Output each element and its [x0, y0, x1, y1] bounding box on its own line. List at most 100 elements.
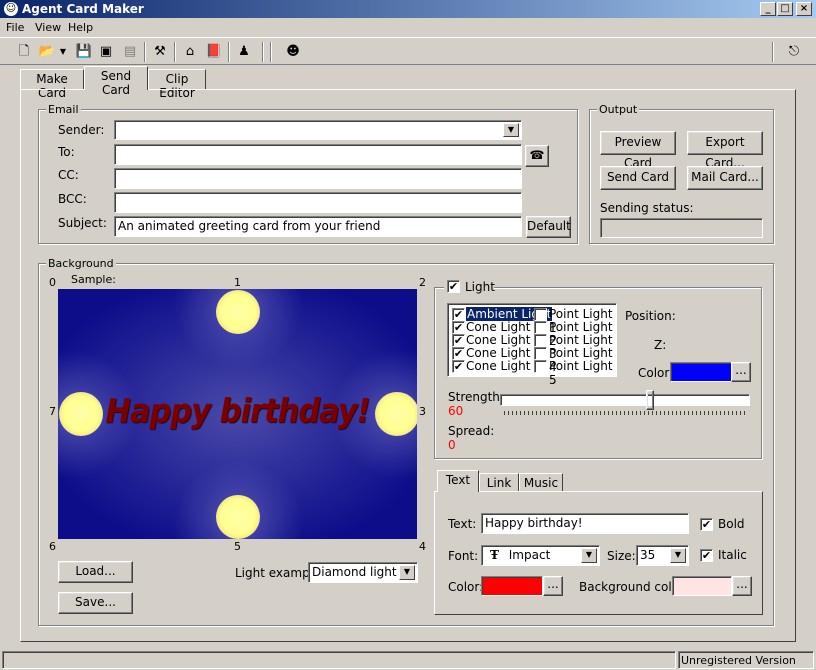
spread-value: 0	[448, 438, 456, 452]
spread-label: Spread:	[448, 424, 495, 438]
exit-icon[interactable]: ⎋	[784, 42, 804, 62]
italic-checkbox[interactable]: ✔	[700, 549, 713, 562]
cone-light-2-checkbox[interactable]: ✔	[452, 334, 465, 347]
address-book-button[interactable]: ☎	[525, 145, 549, 167]
status-bar-main	[2, 651, 676, 669]
light-list-item[interactable]: Cone Light 2	[466, 333, 542, 347]
toolbar-separator	[262, 42, 264, 62]
sender-select[interactable]: ▼	[114, 120, 522, 140]
chevron-down-icon[interactable]: ▼	[670, 548, 686, 563]
mail-card-button[interactable]: Mail Card...	[687, 166, 763, 190]
light-list-item[interactable]: Cone Light 4	[466, 359, 542, 373]
strength-slider-track[interactable]	[500, 394, 750, 406]
to-field[interactable]	[114, 144, 522, 165]
toolbar-separator	[228, 42, 230, 62]
light-color-picker-button[interactable]: ...	[731, 362, 751, 382]
tab-send-card[interactable]: Send Card	[84, 66, 148, 97]
toolbar-separator	[772, 42, 774, 62]
bold-checkbox[interactable]: ✔	[700, 518, 713, 531]
home-icon[interactable]: ⌂	[180, 42, 200, 62]
sample-preview: Happy birthday!	[58, 289, 417, 539]
chevron-down-icon[interactable]: ▼	[581, 548, 597, 563]
sending-status-label: Sending status:	[600, 201, 694, 215]
save-as-icon[interactable]: ▣	[96, 42, 116, 62]
strength-slider-thumb[interactable]	[646, 390, 654, 410]
background-color-swatch[interactable]	[672, 576, 732, 596]
light-list[interactable]: ✔ Ambient Light ✔ Cone Light 1 ✔ Cone Li…	[447, 303, 617, 387]
corner-label-6: 6	[49, 540, 56, 553]
cone-light-3-checkbox[interactable]: ✔	[452, 347, 465, 360]
app-icon: ☺	[4, 2, 18, 16]
default-button[interactable]: Default	[526, 216, 571, 238]
load-button[interactable]: Load...	[58, 561, 133, 583]
export-card-button[interactable]: Export Card...	[687, 131, 763, 170]
save-button[interactable]: Save...	[58, 592, 133, 614]
window-title: Agent Card Maker	[22, 2, 144, 16]
chevron-down-icon[interactable]: ▼	[503, 123, 519, 137]
light-example-select[interactable]: Diamond light ▼	[308, 562, 418, 583]
point-light-1-checkbox[interactable]	[534, 308, 547, 321]
point-light-2-checkbox[interactable]	[534, 321, 547, 334]
character-icon[interactable]: ☻	[283, 42, 303, 62]
toolbar-separator	[174, 42, 176, 62]
to-label: To:	[58, 145, 75, 159]
cone-light-top	[216, 290, 260, 334]
light-color-swatch[interactable]	[670, 362, 732, 382]
cc-label: CC:	[58, 168, 79, 182]
size-select[interactable]: 35 ▼	[636, 545, 689, 566]
italic-label: Italic	[718, 548, 747, 562]
font-value: Impact	[508, 548, 551, 562]
bcc-field[interactable]	[114, 192, 522, 213]
tab-music[interactable]: Music	[519, 473, 563, 492]
send-card-button[interactable]: Send Card	[600, 166, 676, 190]
cone-light-1-checkbox[interactable]: ✔	[452, 321, 465, 334]
cc-field[interactable]	[114, 168, 522, 189]
menu-file[interactable]: File	[6, 21, 24, 34]
save-icon[interactable]: 💾	[74, 42, 94, 62]
font-select[interactable]: Ŧ Impact ▼	[481, 545, 600, 566]
chevron-down-icon[interactable]: ▼	[399, 565, 415, 580]
close-file-icon[interactable]: ▤	[120, 42, 140, 62]
point-light-5-checkbox[interactable]	[534, 360, 547, 373]
text-color-swatch[interactable]	[481, 576, 543, 596]
card-text-field[interactable]: Happy birthday!	[481, 513, 689, 534]
maximize-button[interactable]: □	[777, 2, 793, 16]
subject-field[interactable]: An animated greeting card from your frie…	[114, 216, 522, 237]
tab-link[interactable]: Link	[479, 473, 519, 492]
light-list-item[interactable]: Point Light 5	[549, 359, 616, 387]
corner-label-0: 0	[49, 276, 56, 289]
cone-light-4-checkbox[interactable]: ✔	[452, 360, 465, 373]
menu-help[interactable]: Help	[68, 21, 93, 34]
tab-text[interactable]: Text	[437, 470, 479, 492]
preview-card-button[interactable]: Preview Card	[600, 131, 676, 170]
tools-icon[interactable]: ⚒	[150, 42, 170, 62]
bold-label: Bold	[718, 517, 745, 531]
corner-label-4: 4	[419, 540, 426, 553]
light-list-item[interactable]: Cone Light 3	[466, 346, 542, 360]
tab-make-card[interactable]: Make Card	[20, 69, 84, 100]
menu-view[interactable]: View	[35, 21, 61, 34]
point-light-4-checkbox[interactable]	[534, 347, 547, 360]
size-value: 35	[640, 548, 656, 562]
tab-clip-editor[interactable]: Clip Editor	[148, 69, 206, 100]
light-checkbox[interactable]: ✔	[447, 280, 460, 293]
menu-bar: File View Help	[0, 19, 816, 37]
toolbar-separator	[144, 42, 146, 62]
text-color-picker-button[interactable]: ...	[543, 576, 563, 596]
ambient-light-checkbox[interactable]: ✔	[452, 308, 465, 321]
toolbar: 🗋 📂 ▼ 💾 ▣ ▤ ⚒ ⌂ 📕 ♟ ☻ ⎋	[0, 37, 816, 65]
point-light-3-checkbox[interactable]	[534, 334, 547, 347]
light-label: Light	[465, 280, 495, 294]
open-folder-icon[interactable]: 📂	[37, 42, 57, 62]
close-button[interactable]: ×	[796, 2, 812, 16]
book-icon[interactable]: 📕	[204, 42, 224, 62]
light-list-item[interactable]: Cone Light 1	[466, 320, 542, 334]
background-color-picker-button[interactable]: ...	[732, 576, 752, 596]
corner-label-5: 5	[234, 540, 241, 553]
minimize-button[interactable]: _	[760, 2, 776, 16]
open-dropdown-icon[interactable]: ▼	[58, 42, 68, 62]
size-label: Size:	[607, 549, 636, 563]
bcc-label: BCC:	[58, 192, 87, 206]
agent-icon[interactable]: ♟	[234, 42, 254, 62]
new-icon[interactable]: 🗋	[14, 42, 34, 62]
